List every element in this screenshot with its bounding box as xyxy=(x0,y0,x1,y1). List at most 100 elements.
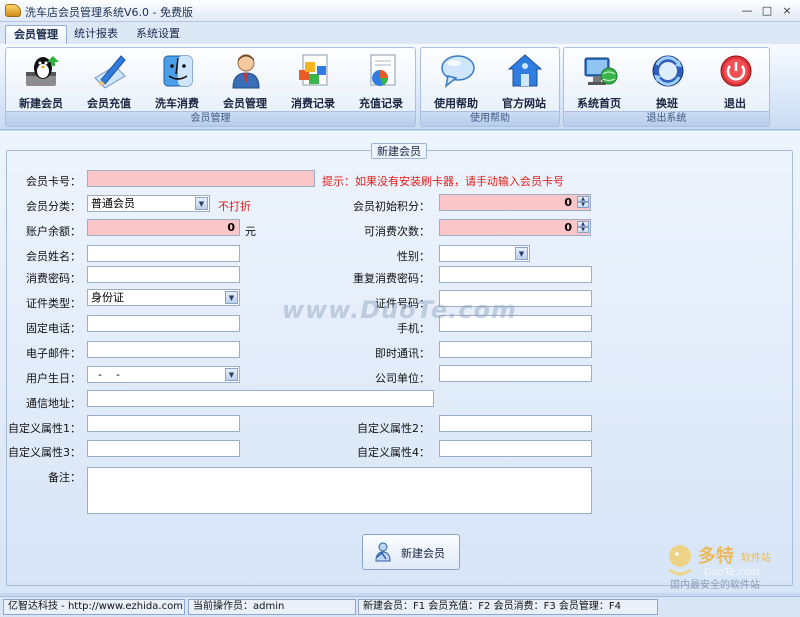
status-shortcuts: 新建会员：F1 会员充值：F2 会员消费：F3 会员管理：F4 xyxy=(358,599,658,615)
logo-brand: 多特 xyxy=(698,545,734,567)
watermark-text: www.DuoTe.com xyxy=(282,296,517,324)
init-points-value: 0 xyxy=(564,196,572,209)
shift-change-label: 换班 xyxy=(656,97,678,110)
ribbon: 新建会员 会员充值 洗车消费 会员管理 消费记录 充值记录 会员管理 使用帮助 … xyxy=(0,44,800,130)
minimize-button[interactable]: — xyxy=(739,5,755,18)
chevron-down-icon[interactable]: ▼ xyxy=(195,197,208,210)
password-input[interactable] xyxy=(87,266,240,283)
group-member-management: 新建会员 会员充值 洗车消费 会员管理 消费记录 充值记录 会员管理 xyxy=(5,47,416,127)
finder-face-icon xyxy=(163,55,193,87)
status-operator: 当前操作员：admin xyxy=(188,599,356,615)
address-input[interactable] xyxy=(87,390,434,407)
group-exit: 系统首页 换班 退出 退出系统 xyxy=(563,47,770,127)
official-site-label: 官方网站 xyxy=(502,97,546,110)
consume-records-label: 消费记录 xyxy=(291,97,335,110)
attr1-label: 自定义属性1： xyxy=(8,422,81,435)
remark-label: 备注： xyxy=(48,471,81,484)
email-input[interactable] xyxy=(87,341,240,358)
company-input[interactable] xyxy=(439,365,592,382)
monitor-globe-icon xyxy=(584,57,618,85)
document-boxes-icon xyxy=(299,54,328,86)
category-select[interactable]: 普通会员 ▼ xyxy=(87,195,210,212)
address-label: 通信地址： xyxy=(26,397,81,410)
power-icon xyxy=(720,55,752,87)
remark-textarea[interactable] xyxy=(87,467,592,514)
email-label: 电子邮件： xyxy=(26,347,81,360)
name-label: 会员姓名： xyxy=(26,250,81,263)
attr3-label: 自定义属性3： xyxy=(8,446,81,459)
card-no-label: 会员卡号： xyxy=(26,175,81,188)
gender-label: 性别： xyxy=(397,250,430,263)
chevron-down-icon[interactable]: ▼ xyxy=(225,291,238,304)
times-label: 可消费次数： xyxy=(364,225,430,238)
balance-input[interactable]: 0 xyxy=(87,219,240,236)
exit-label: 退出 xyxy=(724,97,746,110)
password-repeat-input[interactable] xyxy=(439,266,592,283)
member-management-label: 会员管理 xyxy=(223,97,267,110)
attr1-input[interactable] xyxy=(87,415,240,432)
birthday-picker[interactable]: - - ▼ xyxy=(87,366,240,383)
fieldset-legend: 新建会员 xyxy=(371,143,427,159)
phone-input[interactable] xyxy=(87,315,240,332)
category-label: 会员分类： xyxy=(26,200,81,213)
recharge-label: 会员充值 xyxy=(87,97,131,110)
category-value: 普通会员 xyxy=(91,197,135,210)
status-bar: 亿智达科技 - http://www.ezhida.com 当前操作员：admi… xyxy=(0,596,800,617)
attr2-input[interactable] xyxy=(439,415,592,432)
im-input[interactable] xyxy=(439,341,592,358)
balance-unit: 元 xyxy=(245,225,256,238)
times-value: 0 xyxy=(564,221,572,234)
group-label-help: 使用帮助 xyxy=(421,111,559,126)
tab-member-management[interactable]: 会员管理 xyxy=(5,25,67,44)
attr4-label: 自定义属性4： xyxy=(357,446,430,459)
ribbon-tabs: 会员管理 统计报表 系统设置 xyxy=(0,22,800,44)
exit-button[interactable]: 退出 xyxy=(702,50,768,112)
logo-url: DuoTe.com xyxy=(704,567,760,578)
card-no-input[interactable] xyxy=(87,170,315,187)
tab-system-settings[interactable]: 系统设置 xyxy=(128,25,188,44)
official-site-button[interactable]: 官方网站 xyxy=(491,50,557,112)
group-label-exit: 退出系统 xyxy=(564,111,769,126)
times-input[interactable]: 0 ▲ ▼ xyxy=(439,219,591,236)
phone-label: 固定电话： xyxy=(26,322,81,335)
attr4-input[interactable] xyxy=(439,440,592,457)
car-wash-consume-button[interactable]: 洗车消费 xyxy=(144,50,210,112)
recharge-button[interactable]: 会员充值 xyxy=(76,50,142,112)
pen-paper-icon xyxy=(94,55,126,89)
title-bar: 洗车店会员管理系统V6.0 - 免费版 — □ × xyxy=(0,0,800,22)
duote-logo-watermark: 多特 软件站 DuoTe.com 国内最安全的软件站 xyxy=(669,545,771,590)
new-member-button[interactable]: 新建会员 xyxy=(8,50,74,112)
close-button[interactable]: × xyxy=(779,5,795,18)
tab-statistics[interactable]: 统计报表 xyxy=(66,25,126,44)
password-repeat-label: 重复消费密码： xyxy=(353,272,430,285)
attr3-input[interactable] xyxy=(87,440,240,457)
birthday-label: 用户生日： xyxy=(26,372,81,385)
member-management-button[interactable]: 会员管理 xyxy=(212,50,278,112)
house-icon xyxy=(507,54,543,87)
shift-change-button[interactable]: 换班 xyxy=(634,50,700,112)
system-home-label: 系统首页 xyxy=(577,97,621,110)
id-type-select[interactable]: 身份证 ▼ xyxy=(87,289,240,306)
spinner-icon[interactable]: ▲ ▼ xyxy=(577,221,589,234)
system-home-button[interactable]: 系统首页 xyxy=(566,50,632,112)
gender-select[interactable]: ▼ xyxy=(439,245,530,262)
person-icon xyxy=(232,54,260,89)
refresh-globe-icon xyxy=(652,55,684,87)
consume-records-button[interactable]: 消费记录 xyxy=(280,50,346,112)
discount-note: 不打折 xyxy=(218,200,251,213)
pie-document-icon xyxy=(370,54,396,86)
car-wash-consume-label: 洗车消费 xyxy=(155,97,199,110)
recharge-records-button[interactable]: 充值记录 xyxy=(348,50,414,112)
spinner-icon[interactable]: ▲ ▼ xyxy=(577,196,589,209)
new-member-label: 新建会员 xyxy=(19,97,63,110)
create-member-button[interactable]: 新建会员 xyxy=(362,534,460,570)
balance-label: 账户余额： xyxy=(26,225,81,238)
chevron-down-icon[interactable]: ▼ xyxy=(225,368,238,381)
speech-bubble-icon xyxy=(441,55,475,88)
maximize-button[interactable]: □ xyxy=(759,5,775,18)
group-label-member-management: 会员管理 xyxy=(6,111,415,126)
help-button[interactable]: 使用帮助 xyxy=(423,50,489,112)
init-points-input[interactable]: 0 ▲ ▼ xyxy=(439,194,591,211)
chevron-down-icon[interactable]: ▼ xyxy=(515,247,528,260)
name-input[interactable] xyxy=(87,245,240,262)
